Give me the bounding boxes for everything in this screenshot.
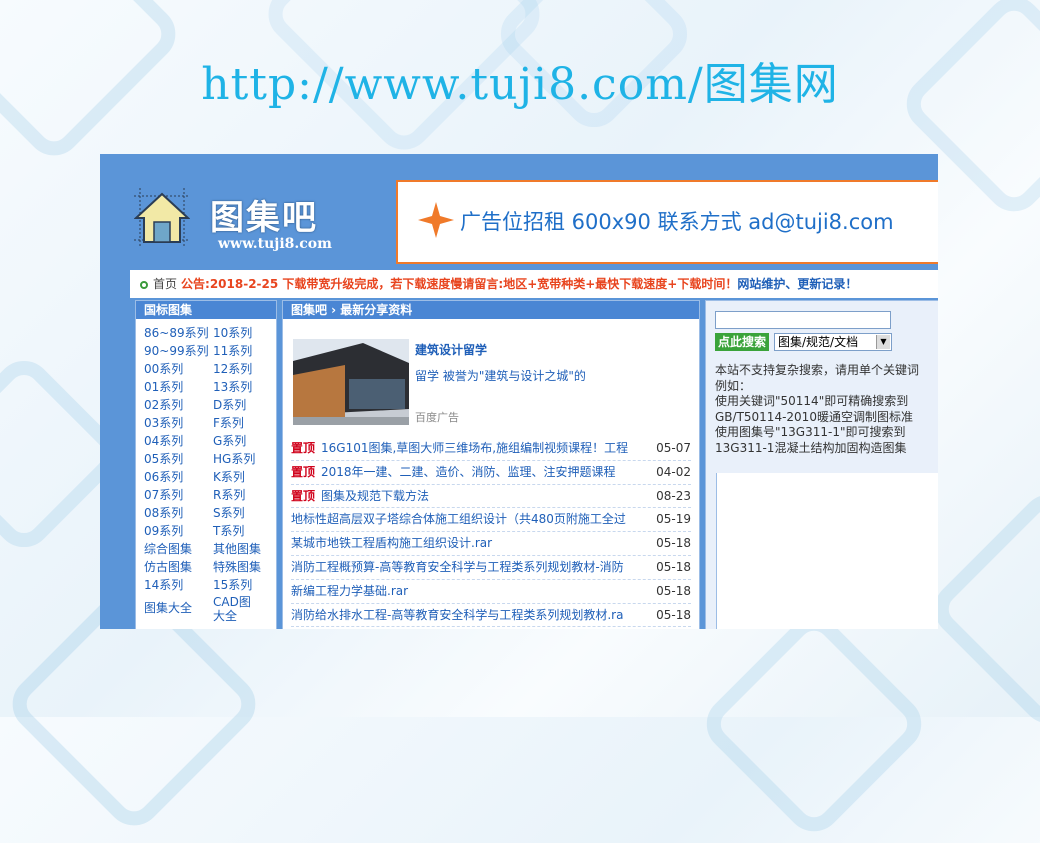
news-date: 05-18: [656, 607, 691, 622]
site-logo[interactable]: 图集吧 www.tuji8.com: [130, 178, 350, 258]
pinned-badge: 置顶: [291, 488, 316, 503]
search-panel: 点此搜索 图集/规范/文档 ▼ 本站不支持复杂搜索，请用单个关键词 例如： 使用…: [705, 300, 938, 629]
list-item[interactable]: 置顶 图集及规范下载方法 08-23: [291, 485, 691, 509]
search-button[interactable]: 点此搜索: [715, 333, 770, 351]
decorative-frame: [923, 483, 1040, 735]
series-link[interactable]: 12系列: [213, 361, 273, 377]
series-link[interactable]: K系列: [213, 469, 273, 485]
news-title[interactable]: 消防给水排水工程-高等教育安全科学与工程类系列规划教材.ra: [291, 604, 645, 627]
series-link[interactable]: 图集大全: [144, 595, 213, 623]
news-date: 08-23: [656, 488, 691, 503]
series-link[interactable]: D系列: [213, 397, 273, 413]
pinned-badge: 置顶: [291, 464, 316, 479]
series-link[interactable]: 其他图集: [213, 541, 273, 557]
series-link[interactable]: 05系列: [144, 451, 213, 467]
notice-bar: 首页 公告:2018-2-25 下载带宽升级完成，若下载速度慢请留言:地区+宽带种…: [130, 270, 938, 298]
news-title[interactable]: 某城市地铁工程盾构施工组织设计.rar: [291, 532, 645, 555]
news-list: 置顶 16G101图集,草图大师三维场布,施组编制视频课程！工程 05-07 置顶 2…: [291, 437, 691, 628]
series-link[interactable]: 00系列: [144, 361, 213, 377]
list-item[interactable]: 置顶 2018年一建、二建、造价、消防、监理、注安押题课程 04-02: [291, 461, 691, 485]
search-type-value: 图集/规范/文档: [778, 335, 859, 349]
series-link[interactable]: 14系列: [144, 577, 213, 593]
search-type-select[interactable]: 图集/规范/文档 ▼: [774, 333, 892, 351]
series-link[interactable]: 综合图集: [144, 541, 213, 557]
news-title[interactable]: 消防工程概预算-高等教育安全科学与工程类系列规划教材-消防: [291, 556, 645, 579]
website-screenshot: 图集吧 www.tuji8.com 广告位招租 600x90 联系方式 ad@t…: [100, 154, 938, 629]
series-link[interactable]: 09系列: [144, 523, 213, 539]
search-tips: 本站不支持复杂搜索，请用单个关键词 例如： 使用关键词"50114"即可精确搜索…: [715, 363, 938, 456]
news-title[interactable]: 图集及规范下载方法: [321, 485, 645, 508]
decorative-frame: [695, 605, 933, 843]
list-item[interactable]: 地标性超高层双子塔综合体施工组织设计（共480页附施工全过 05-19: [291, 508, 691, 533]
series-link[interactable]: 03系列: [144, 415, 213, 431]
maintenance-link[interactable]: 网站维护、更新记录！: [737, 277, 857, 291]
series-link[interactable]: 08系列: [144, 505, 213, 521]
series-link[interactable]: 特殊图集: [213, 559, 273, 575]
tip-line: 使用图集号"13G311-1"即可搜索到: [715, 425, 906, 439]
panel-title: 图集吧 › 最新分享资料: [283, 301, 699, 319]
news-title[interactable]: 2018年一建、二建、造价、消防、监理、注安押题课程: [321, 461, 645, 484]
slide-headline: http://www.tuji8.com/图集网: [201, 59, 839, 110]
series-link[interactable]: 86~89系列: [144, 325, 213, 341]
series-link[interactable]: 04系列: [144, 433, 213, 449]
list-item[interactable]: 置顶 16G101图集,草图大师三维场布,施组编制视频课程！工程 05-07: [291, 437, 691, 461]
series-link[interactable]: 10系列: [213, 325, 273, 341]
ad-source-label: 百度广告: [415, 411, 459, 424]
home-dot-icon: [140, 281, 148, 289]
tip-line: 例如：: [715, 378, 752, 393]
series-link[interactable]: 90~99系列: [144, 343, 213, 359]
ad-banner[interactable]: 广告位招租 600x90 联系方式 ad@tuji8.com: [396, 180, 938, 264]
series-link[interactable]: 07系列: [144, 487, 213, 503]
latest-shares-panel: 图集吧 › 最新分享资料 建筑设计留学 留学 被誉为"建筑与设计之城"的 百度广…: [282, 300, 700, 629]
pinned-badge: 置顶: [291, 441, 316, 455]
list-item[interactable]: 消防给水排水工程-高等教育安全科学与工程类系列规划教材.ra 05-18: [291, 604, 691, 628]
series-link[interactable]: 11系列: [213, 343, 273, 359]
series-link[interactable]: 仿古图集: [144, 559, 213, 575]
series-link[interactable]: S系列: [213, 505, 273, 521]
tip-line: 13G311-1混凝土结构加固构造图集: [715, 440, 907, 455]
tip-line: 本站不支持复杂搜索，请用单个关键词: [715, 363, 920, 377]
news-title[interactable]: 地标性超高层双子塔综合体施工组织设计（共480页附施工全过: [291, 508, 645, 531]
house-logo-icon: [134, 188, 190, 246]
star-icon: [418, 202, 454, 238]
search-input[interactable]: [715, 311, 891, 329]
list-item[interactable]: 消防工程概预算-高等教育安全科学与工程类系列规划教材-消防 05-18: [291, 556, 691, 580]
news-date: 05-07: [656, 441, 691, 455]
news-date: 05-19: [656, 512, 691, 527]
building-thumbnail-image[interactable]: [293, 339, 409, 425]
list-item[interactable]: 某城市地铁工程盾构施工组织设计.rar 05-18: [291, 532, 691, 556]
chevron-down-icon[interactable]: ▼: [876, 335, 890, 349]
series-link[interactable]: HG系列: [213, 451, 273, 467]
news-date: 05-18: [656, 559, 691, 574]
tip-line: GB/T50114-2010暖通空调制图标准: [715, 409, 913, 424]
featured-desc[interactable]: 留学 被誉为"建筑与设计之城"的: [415, 367, 586, 384]
series-link[interactable]: T系列: [213, 523, 273, 539]
logo-url: www.tuji8.com: [218, 236, 332, 252]
series-link[interactable]: 02系列: [144, 397, 213, 413]
list-item[interactable]: 新编工程力学基础.rar 05-18: [291, 580, 691, 604]
featured-title[interactable]: 建筑设计留学: [415, 341, 487, 358]
category-panel: 国标图集 86~89系列 10系列 90~99系列 11系列 00系列 12系列…: [135, 300, 277, 629]
home-link[interactable]: 首页: [153, 277, 177, 291]
news-title[interactable]: 16G101图集,草图大师三维场布,施组编制视频课程！工程: [321, 437, 645, 460]
series-link[interactable]: CAD图大全: [213, 595, 253, 623]
news-date: 04-02: [656, 464, 691, 479]
series-link[interactable]: F系列: [213, 415, 273, 431]
series-link[interactable]: 15系列: [213, 577, 273, 593]
panel-title: 国标图集: [136, 301, 276, 319]
series-link[interactable]: R系列: [213, 487, 273, 503]
ad-text: 广告位招租 600x90 联系方式 ad@tuji8.com: [460, 210, 894, 234]
news-date: 05-18: [656, 536, 691, 551]
series-link[interactable]: 13系列: [213, 379, 273, 395]
news-date: 05-18: [656, 583, 691, 598]
series-list: 86~89系列 10系列 90~99系列 11系列 00系列 12系列 01系列…: [136, 319, 276, 623]
blank-content-area: [716, 473, 938, 629]
series-link[interactable]: 01系列: [144, 379, 213, 395]
series-link[interactable]: G系列: [213, 433, 273, 449]
tip-line: 使用关键词"50114"即可精确搜索到: [715, 394, 909, 408]
series-link[interactable]: 06系列: [144, 469, 213, 485]
news-title[interactable]: 新编工程力学基础.rar: [291, 580, 645, 603]
logo-title: 图集吧: [210, 198, 318, 238]
bulletin-link[interactable]: 公告:2018-2-25 下载带宽升级完成，若下载速度慢请留言:地区+宽带种类+…: [181, 277, 737, 291]
